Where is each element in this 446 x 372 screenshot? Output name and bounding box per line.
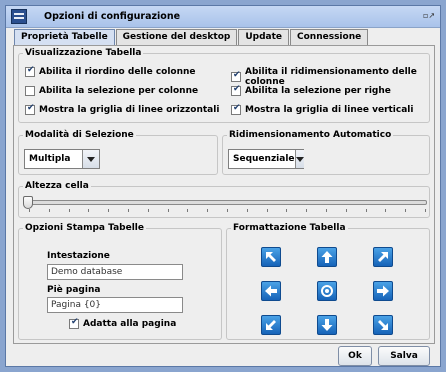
window-title: Opzioni di configurazione [44,11,181,22]
ok-button[interactable]: Ok [338,346,372,366]
checkbox-box[interactable] [231,103,241,115]
slider-tick [29,209,30,212]
slider-tick [246,209,248,212]
group-stampa: Opzioni Stampa Tabelle Intestazione Demo… [18,223,222,340]
arrow-left-icon[interactable] [261,281,281,301]
checkbox-box[interactable] [231,70,241,82]
group-ridimensionamento: Ridimensionamento Automatico Sequenziale [222,130,430,175]
group-title: Visualizzazione Tabella [23,48,144,59]
arrow-down-right-icon[interactable] [373,315,393,335]
header-field[interactable]: Demo database [47,264,183,280]
footer-field[interactable]: Pagina {0} [47,297,183,313]
checkbox-riordino-colonne[interactable]: Abilita il riordino delle colonne [25,65,196,77]
group-formattazione: Formattazione Tabella [226,223,430,340]
chevron-down-icon[interactable] [82,150,99,168]
cell-height-slider-track[interactable] [27,200,427,205]
config-dialog: Opzioni di configurazione ▫↗ Proprietà T… [5,5,441,367]
slider-ticks [29,209,426,213]
checkbox-label: Mostra la griglia di linee verticali [245,105,414,115]
group-title: Ridimensionamento Automatico [227,130,394,141]
tab-panel: Visualizzazione Tabella Abilita il riord… [13,45,435,344]
arrow-down-icon[interactable] [317,315,337,335]
checkbox-label: Abilita il riordino delle colonne [39,67,196,77]
checkbox-griglia-orizzontale[interactable]: Mostra la griglia di linee orizzontali [25,103,220,115]
slider-tick [425,209,426,212]
slider-tick [365,209,367,212]
checkbox-label: Abilita la selezione per colonne [39,86,199,96]
slider-tick [187,209,189,212]
tab-bar: Proprietà Tabelle Gestione del desktop U… [14,29,369,45]
checkbox-box[interactable] [69,317,79,329]
slider-tick [405,209,407,212]
slider-tick [147,209,149,212]
slider-tick [108,209,110,212]
footer-label: Piè pagina [47,285,101,295]
group-title: Modalità di Selezione [23,130,136,141]
arrow-up-icon[interactable] [317,247,337,267]
slider-tick [88,209,90,212]
title-bar[interactable]: Opzioni di configurazione ▫↗ [6,6,440,28]
group-visualizzazione: Visualizzazione Tabella Abilita il riord… [18,48,430,123]
checkbox-label: Mostra la griglia di linee orizzontali [39,105,220,115]
slider-tick [286,209,288,212]
restore-icon[interactable]: ▫↗ [422,10,436,22]
slider-tick [48,209,50,212]
app-icon [11,9,27,24]
slider-tick [128,209,129,212]
arrow-right-icon[interactable] [373,281,393,301]
checkbox-selezione-colonne[interactable]: Abilita la selezione per colonne [25,86,198,96]
selection-mode-dropdown[interactable]: Multipla [24,149,100,169]
group-title: Opzioni Stampa Tabelle [23,223,146,234]
slider-tick [326,209,327,212]
arrow-up-right-icon[interactable] [373,247,393,267]
checkbox-label: Abilita il ridimensionamento delle colon… [245,67,417,87]
center-icon[interactable] [317,281,337,301]
arrow-down-left-icon[interactable] [261,315,281,335]
group-title: Altezza cella [23,181,91,192]
checkbox-label: Adatta alla pagina [83,319,177,329]
cell-height-slider-thumb[interactable] [23,196,33,209]
dropdown-value: Multipla [29,154,71,164]
tab-gestione-desktop[interactable]: Gestione del desktop [115,29,238,45]
checkbox-label: Abilita la selezione per righe [245,86,391,96]
group-title: Formattazione Tabella [231,223,348,234]
group-altezza: Altezza cella [18,181,430,218]
checkbox-box[interactable] [231,84,241,96]
header-label: Intestazione [47,251,110,261]
slider-tick [68,209,70,212]
checkbox-box[interactable] [25,86,35,96]
checkbox-box[interactable] [25,103,35,115]
slider-tick [385,209,387,212]
checkbox-box[interactable] [25,65,35,77]
group-selezione: Modalità di Selezione Multipla [18,130,218,175]
chevron-down-icon[interactable] [294,150,304,168]
slider-tick [167,209,169,212]
slider-tick [266,209,268,212]
dropdown-value: Sequenziale [233,154,295,164]
slider-tick [345,209,347,212]
tab-connessione[interactable]: Connessione [290,29,369,45]
checkbox-selezione-righe[interactable]: Abilita la selezione per righe [231,84,391,96]
checkbox-ridimensionamento-colonne[interactable]: Abilita il ridimensionamento delle colon… [231,67,429,87]
slider-tick [227,209,228,212]
checkbox-griglia-verticale[interactable]: Mostra la griglia di linee verticali [231,103,414,115]
tab-proprieta-tabelle[interactable]: Proprietà Tabelle [14,29,115,45]
slider-tick [306,209,308,212]
auto-resize-dropdown[interactable]: Sequenziale [228,149,304,169]
checkbox-adatta-pagina[interactable]: Adatta alla pagina [69,317,177,329]
tab-update[interactable]: Update [238,29,290,45]
slider-tick [207,209,209,212]
save-button[interactable]: Salva [378,346,430,366]
arrow-up-left-icon[interactable] [261,247,281,267]
